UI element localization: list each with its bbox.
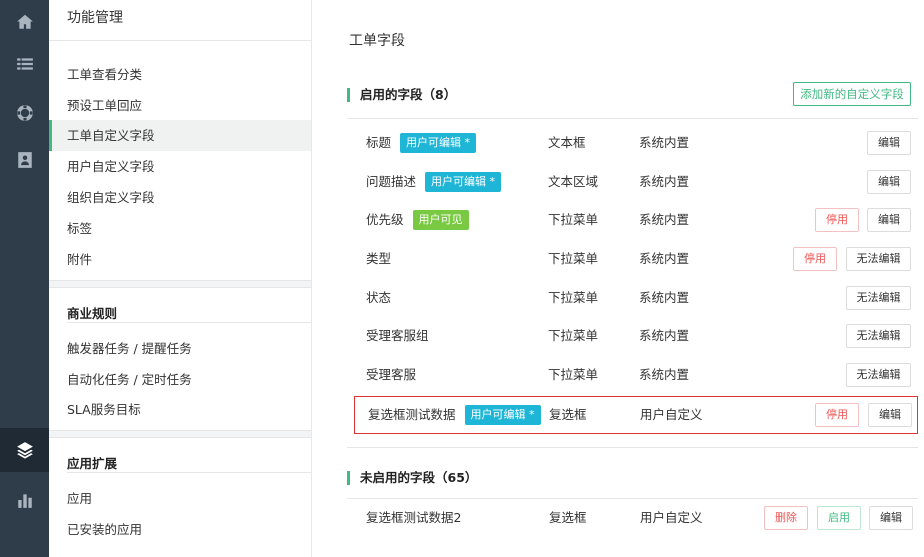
nav-item-apps[interactable]: 应用 [49, 483, 311, 514]
field-type: 文本区域 [548, 174, 599, 189]
nav-item-triggers[interactable]: 触发器任务 / 提醒任务 [49, 333, 311, 364]
nav-section-app-extensions: 应用扩展 [67, 456, 118, 471]
list-icon[interactable] [0, 42, 49, 86]
nav-item-attachments[interactable]: 附件 [49, 244, 311, 275]
nav-section-business-rules: 商业规则 [67, 306, 118, 321]
field-row: 类型 下拉菜单 系统内置 停用 无法编辑 [353, 241, 918, 277]
field-row: 受理客服组 下拉菜单 系统内置 无法编辑 [353, 318, 918, 354]
field-source: 系统内置 [639, 328, 690, 343]
nav-item-ticket-views[interactable]: 工单查看分类 [49, 59, 311, 90]
nav-item-sla[interactable]: SLA服务目标 [49, 394, 311, 425]
field-source: 系统内置 [639, 174, 690, 189]
edit-button[interactable]: 编辑 [867, 131, 911, 155]
nav-item-macros[interactable]: 预设工单回应 [49, 90, 311, 121]
edit-button[interactable]: 编辑 [868, 403, 912, 427]
user-visible-tag: 用户可见 [412, 209, 469, 230]
icon-rail [0, 0, 49, 557]
disable-button[interactable]: 停用 [815, 403, 859, 427]
user-editable-tag: 用户可编辑 * [464, 404, 541, 425]
section-divider [347, 118, 918, 119]
field-type: 下拉菜单 [548, 367, 599, 382]
edit-button[interactable]: 编辑 [869, 506, 913, 530]
field-name: 问题描述 [366, 174, 417, 189]
nav-item-ticket-fields[interactable]: 工单自定义字段 [49, 120, 311, 151]
user-editable-tag: 用户可编辑 * [425, 171, 502, 192]
field-type: 复选框 [549, 510, 587, 525]
nav-item-org-fields[interactable]: 组织自定义字段 [49, 182, 311, 213]
disable-button[interactable]: 停用 [793, 247, 837, 271]
page-title: 工单字段 [349, 33, 405, 49]
nav-item-installed-apps[interactable]: 已安装的应用 [49, 514, 311, 545]
enabled-fields-heading: 启用的字段（8） [347, 88, 456, 102]
contact-card-icon[interactable] [0, 138, 49, 182]
field-name: 优先级 [366, 212, 404, 227]
not-editable-button[interactable]: 无法编辑 [846, 247, 911, 271]
nav-item-automations[interactable]: 自动化任务 / 定时任务 [49, 364, 311, 395]
edit-button[interactable]: 编辑 [867, 208, 911, 232]
field-row: 问题描述 用户可编辑 * 文本区域 系统内置 编辑 [353, 164, 918, 200]
field-name: 状态 [366, 290, 392, 305]
not-editable-button[interactable]: 无法编辑 [846, 286, 911, 310]
field-name: 复选框测试数据 [368, 407, 456, 422]
field-name: 类型 [366, 251, 392, 266]
field-row: 状态 下拉菜单 系统内置 无法编辑 [353, 280, 918, 316]
enable-button[interactable]: 启用 [817, 506, 861, 530]
add-custom-field-button[interactable]: 添加新的自定义字段 [793, 82, 911, 106]
section-divider [347, 498, 918, 499]
field-row: 复选框测试数据2 复选框 用户自定义 删除 启用 编辑 [353, 500, 918, 536]
disabled-fields-heading: 未启用的字段（65） [347, 471, 477, 485]
feature-management-nav: 功能管理 工单查看分类 预设工单回应 工单自定义字段 用户自定义字段 组织自定义… [49, 0, 312, 557]
nav-section-divider [67, 322, 311, 323]
field-row: 标题 用户可编辑 * 文本框 系统内置 编辑 [353, 125, 918, 161]
field-row-highlighted: 复选框测试数据 用户可编辑 * 复选框 用户自定义 停用 编辑 [354, 396, 918, 434]
field-name: 受理客服组 [366, 328, 429, 343]
home-icon[interactable] [0, 0, 49, 44]
disable-button[interactable]: 停用 [815, 208, 859, 232]
nav-divider [49, 430, 311, 438]
field-row: 优先级 用户可见 下拉菜单 系统内置 停用 编辑 [353, 202, 918, 238]
field-type: 下拉菜单 [548, 290, 599, 305]
field-type: 复选框 [549, 407, 587, 422]
layers-icon[interactable] [0, 428, 49, 472]
field-source: 系统内置 [639, 367, 690, 382]
not-editable-button[interactable]: 无法编辑 [846, 324, 911, 348]
bar-chart-icon[interactable] [0, 478, 49, 522]
lifebuoy-icon[interactable] [0, 91, 49, 135]
delete-button[interactable]: 删除 [764, 506, 808, 530]
field-type: 下拉菜单 [548, 212, 599, 227]
nav-divider [49, 280, 311, 288]
nav-item-tags[interactable]: 标签 [49, 213, 311, 244]
field-name: 受理客服 [366, 367, 417, 382]
field-source: 系统内置 [639, 290, 690, 305]
field-type: 下拉菜单 [548, 251, 599, 266]
field-type: 文本框 [548, 135, 586, 150]
field-source: 系统内置 [639, 212, 690, 227]
field-source: 系统内置 [639, 251, 690, 266]
field-type: 下拉菜单 [548, 328, 599, 343]
field-source: 系统内置 [639, 135, 690, 150]
field-name: 标题 [366, 135, 392, 150]
field-name: 复选框测试数据2 [366, 510, 462, 525]
nav-item-user-fields[interactable]: 用户自定义字段 [49, 151, 311, 182]
not-editable-button[interactable]: 无法编辑 [846, 363, 911, 387]
user-editable-tag: 用户可编辑 * [400, 132, 477, 153]
field-row: 受理客服 下拉菜单 系统内置 无法编辑 [353, 357, 918, 393]
nav-section-divider [67, 472, 311, 473]
ticket-fields-panel: 工单字段 启用的字段（8） 添加新的自定义字段 标题 用户可编辑 * 文本框 系统… [313, 0, 924, 557]
edit-button[interactable]: 编辑 [867, 170, 911, 194]
field-source: 用户自定义 [640, 407, 703, 422]
field-source: 用户自定义 [640, 510, 703, 525]
section-divider [347, 447, 918, 448]
subnav-title: 功能管理 [49, 0, 311, 41]
